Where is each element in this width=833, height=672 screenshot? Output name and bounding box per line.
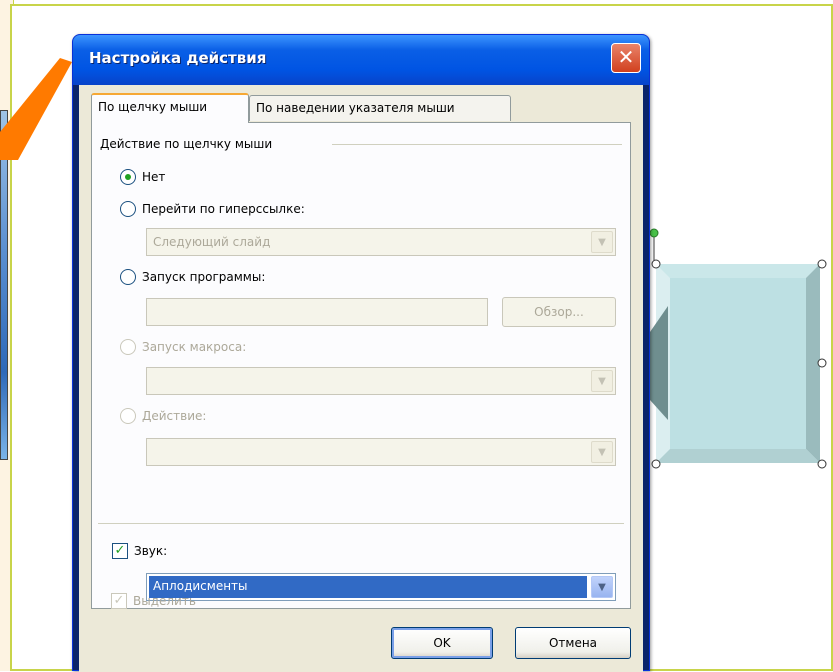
radio-program-row[interactable]: Запуск программы: — [120, 267, 265, 287]
radio-none-row[interactable]: Нет — [120, 167, 165, 187]
sound-checkbox-row[interactable]: ✓ Звук: — [112, 541, 167, 561]
separator — [98, 523, 624, 524]
radio-action — [120, 408, 136, 424]
group-label: Действие по щелчку мыши — [100, 137, 277, 151]
resize-handle[interactable] — [817, 358, 827, 368]
radio-hyperlink[interactable] — [120, 201, 136, 217]
radio-macro-label: Запуск макроса: — [142, 340, 247, 354]
ok-button[interactable]: OK — [391, 627, 493, 659]
radio-program[interactable] — [120, 269, 136, 285]
action-select: ▼ — [146, 438, 616, 466]
resize-handle[interactable] — [651, 459, 661, 469]
macro-select: ▼ — [146, 367, 616, 395]
radio-program-label: Запуск программы: — [142, 270, 266, 284]
close-button[interactable]: ✕ — [611, 43, 641, 73]
rotation-handle[interactable] — [649, 228, 659, 238]
radio-action-row: Действие: — [120, 406, 206, 426]
highlight-checkbox-label: Выделить — [133, 594, 196, 608]
resize-handle[interactable] — [651, 259, 661, 269]
dialog-body: По щелчку мыши По наведении указателя мы… — [79, 85, 643, 672]
program-path-input — [146, 298, 488, 326]
slide-thumbnail[interactable] — [0, 110, 8, 460]
sound-checkbox[interactable]: ✓ — [112, 543, 128, 559]
resize-handle[interactable] — [817, 459, 827, 469]
chevron-down-icon: ▼ — [591, 370, 613, 392]
radio-none-label: Нет — [142, 170, 166, 184]
action-settings-dialog: Настройка действия ✕ По щелчку мыши По н… — [72, 34, 650, 672]
radio-none[interactable] — [120, 169, 136, 185]
chevron-down-icon[interactable]: ▼ — [591, 576, 613, 598]
tab-label: По щелчку мыши — [98, 100, 208, 114]
radio-action-label: Действие: — [142, 409, 207, 423]
radio-macro-row: Запуск макроса: — [120, 337, 246, 357]
sound-select-value: Аплодисменты — [149, 576, 587, 598]
cancel-button[interactable]: Отмена — [515, 627, 631, 659]
dialog-title: Настройка действия — [89, 49, 267, 67]
browse-button: Обзор... — [502, 297, 616, 327]
highlight-checkbox: ✓ — [111, 593, 127, 609]
hyperlink-select: Следующий слайд ▼ — [146, 228, 616, 256]
tab-mouse-over[interactable]: По наведении указателя мыши — [249, 95, 511, 121]
tab-mouse-click[interactable]: По щелчку мыши — [91, 93, 249, 123]
hyperlink-select-value: Следующий слайд — [153, 235, 271, 249]
chevron-down-icon: ▼ — [591, 231, 613, 253]
radio-hyperlink-row[interactable]: Перейти по гиперссылке: — [120, 199, 305, 219]
radio-macro — [120, 339, 136, 355]
group-divider — [332, 144, 622, 145]
radio-hyperlink-label: Перейти по гиперссылке: — [142, 202, 305, 216]
sound-select[interactable]: Аплодисменты ▼ — [146, 573, 616, 601]
dialog-titlebar[interactable]: Настройка действия ✕ — [73, 35, 649, 85]
tab-label: По наведении указателя мыши — [256, 101, 455, 115]
tab-panel: Действие по щелчку мыши Нет Перейти по г… — [91, 122, 631, 609]
sound-checkbox-label: Звук: — [134, 544, 168, 558]
close-icon: ✕ — [617, 45, 635, 69]
callout-arrow — [0, 58, 72, 160]
highlight-checkbox-row: ✓ Выделить — [111, 591, 196, 611]
resize-handle[interactable] — [817, 259, 827, 269]
chevron-down-icon: ▼ — [591, 441, 613, 463]
